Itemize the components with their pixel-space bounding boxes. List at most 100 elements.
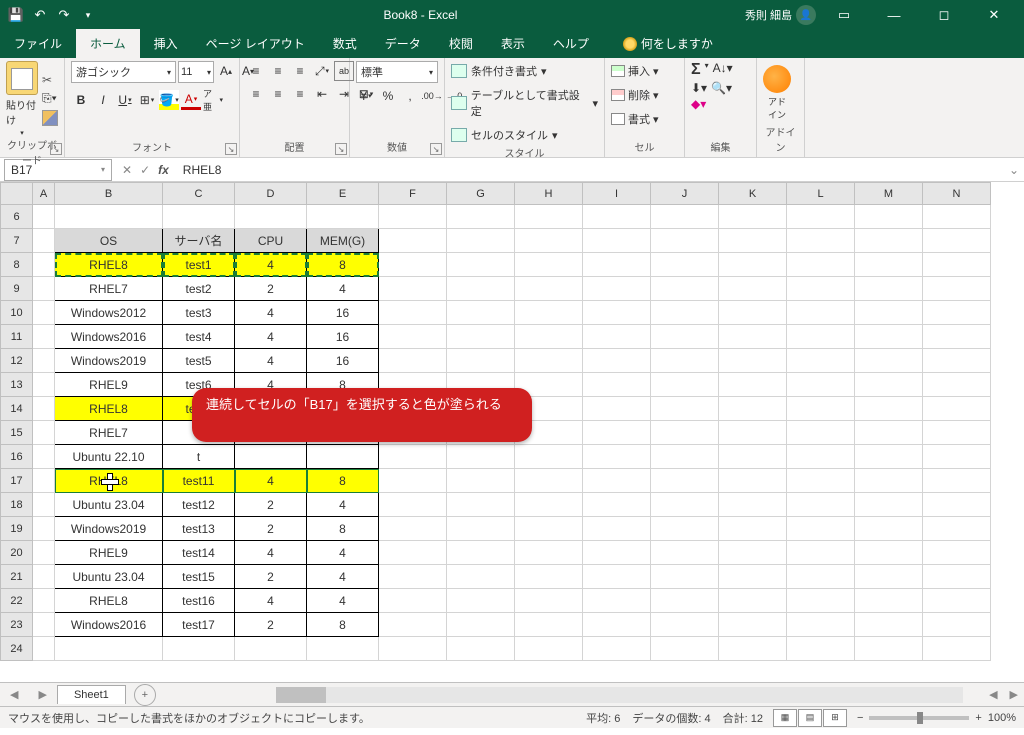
align-launcher[interactable]: ↘: [335, 143, 347, 155]
cell-G21[interactable]: [447, 565, 515, 589]
cell-B19[interactable]: Windows2019: [55, 517, 163, 541]
cell-D18[interactable]: 2: [235, 493, 307, 517]
cell-J19[interactable]: [651, 517, 719, 541]
cell-I22[interactable]: [583, 589, 651, 613]
cell-K14[interactable]: [719, 397, 787, 421]
cell-C12[interactable]: test5: [163, 349, 235, 373]
cell-E7[interactable]: MEM(G): [307, 229, 379, 253]
cell-J23[interactable]: [651, 613, 719, 637]
cell-E17[interactable]: 8: [307, 469, 379, 493]
cell-L13[interactable]: [787, 373, 855, 397]
cell-N12[interactable]: [923, 349, 991, 373]
cell-E21[interactable]: 4: [307, 565, 379, 589]
cell-L9[interactable]: [787, 277, 855, 301]
expand-formula-bar-icon[interactable]: ⌄: [1004, 163, 1024, 177]
cell-N18[interactable]: [923, 493, 991, 517]
cell-C24[interactable]: [163, 637, 235, 661]
cell-E20[interactable]: 4: [307, 541, 379, 565]
zoom-in-button[interactable]: +: [975, 712, 981, 724]
cell-C20[interactable]: test14: [163, 541, 235, 565]
cell-B14[interactable]: RHEL8: [55, 397, 163, 421]
cell-K22[interactable]: [719, 589, 787, 613]
clear-icon[interactable]: ◆▾: [691, 97, 706, 111]
cell-H10[interactable]: [515, 301, 583, 325]
cell-L7[interactable]: [787, 229, 855, 253]
cell-D21[interactable]: 2: [235, 565, 307, 589]
cell-B12[interactable]: Windows2019: [55, 349, 163, 373]
cell-A16[interactable]: [33, 445, 55, 469]
cell-A11[interactable]: [33, 325, 55, 349]
align-left-icon[interactable]: ≡: [246, 84, 266, 104]
cell-H12[interactable]: [515, 349, 583, 373]
cell-I6[interactable]: [583, 205, 651, 229]
cell-K20[interactable]: [719, 541, 787, 565]
cell-N14[interactable]: [923, 397, 991, 421]
comma-icon[interactable]: ,: [400, 86, 420, 106]
formula-bar[interactable]: RHEL8: [175, 161, 1004, 179]
cell-K8[interactable]: [719, 253, 787, 277]
cell-N20[interactable]: [923, 541, 991, 565]
cell-F21[interactable]: [379, 565, 447, 589]
cell-G18[interactable]: [447, 493, 515, 517]
cell-J8[interactable]: [651, 253, 719, 277]
cell-M16[interactable]: [855, 445, 923, 469]
cell-C6[interactable]: [163, 205, 235, 229]
cell-C17[interactable]: test11: [163, 469, 235, 493]
cell-E24[interactable]: [307, 637, 379, 661]
sheet-nav-prev-icon[interactable]: ◀: [0, 688, 28, 701]
cell-M9[interactable]: [855, 277, 923, 301]
cell-M18[interactable]: [855, 493, 923, 517]
find-icon[interactable]: 🔍▾: [711, 81, 732, 95]
cell-H16[interactable]: [515, 445, 583, 469]
cell-D23[interactable]: 2: [235, 613, 307, 637]
cell-E19[interactable]: 8: [307, 517, 379, 541]
cell-K24[interactable]: [719, 637, 787, 661]
cell-E8[interactable]: 8: [307, 253, 379, 277]
cell-B20[interactable]: RHEL9: [55, 541, 163, 565]
cell-J16[interactable]: [651, 445, 719, 469]
cell-F23[interactable]: [379, 613, 447, 637]
cell-B21[interactable]: Ubuntu 23.04: [55, 565, 163, 589]
cell-H19[interactable]: [515, 517, 583, 541]
cell-D22[interactable]: 4: [235, 589, 307, 613]
cell-M21[interactable]: [855, 565, 923, 589]
cell-K9[interactable]: [719, 277, 787, 301]
align-middle-icon[interactable]: ≡: [268, 61, 288, 81]
cell-C18[interactable]: test12: [163, 493, 235, 517]
number-launcher[interactable]: ↘: [430, 143, 442, 155]
cell-F7[interactable]: [379, 229, 447, 253]
cell-A9[interactable]: [33, 277, 55, 301]
enter-formula-icon[interactable]: ✓: [140, 163, 150, 177]
cell-D19[interactable]: 2: [235, 517, 307, 541]
cell-G11[interactable]: [447, 325, 515, 349]
cell-H8[interactable]: [515, 253, 583, 277]
cell-N24[interactable]: [923, 637, 991, 661]
cell-A13[interactable]: [33, 373, 55, 397]
cell-M15[interactable]: [855, 421, 923, 445]
cell-F24[interactable]: [379, 637, 447, 661]
addins-button[interactable]: アド イン: [763, 65, 791, 121]
col-header-H[interactable]: H: [515, 183, 583, 205]
cell-C19[interactable]: test13: [163, 517, 235, 541]
row-header-11[interactable]: 11: [1, 325, 33, 349]
undo-icon[interactable]: ↶: [32, 7, 48, 23]
cell-D20[interactable]: 4: [235, 541, 307, 565]
cell-K19[interactable]: [719, 517, 787, 541]
cell-N19[interactable]: [923, 517, 991, 541]
cell-I8[interactable]: [583, 253, 651, 277]
row-header-10[interactable]: 10: [1, 301, 33, 325]
cell-N21[interactable]: [923, 565, 991, 589]
cell-L22[interactable]: [787, 589, 855, 613]
align-bottom-icon[interactable]: ≡: [290, 61, 310, 81]
cell-F19[interactable]: [379, 517, 447, 541]
ribbon-tab-数式[interactable]: 数式: [319, 29, 371, 58]
phonetic-button[interactable]: ア亜: [203, 90, 223, 110]
cell-G24[interactable]: [447, 637, 515, 661]
scroll-right-icon[interactable]: ▶: [1004, 688, 1024, 701]
cell-G12[interactable]: [447, 349, 515, 373]
cell-B22[interactable]: RHEL8: [55, 589, 163, 613]
col-header-A[interactable]: A: [33, 183, 55, 205]
align-top-icon[interactable]: ≡: [246, 61, 266, 81]
cell-B15[interactable]: RHEL7: [55, 421, 163, 445]
cell-B23[interactable]: Windows2016: [55, 613, 163, 637]
